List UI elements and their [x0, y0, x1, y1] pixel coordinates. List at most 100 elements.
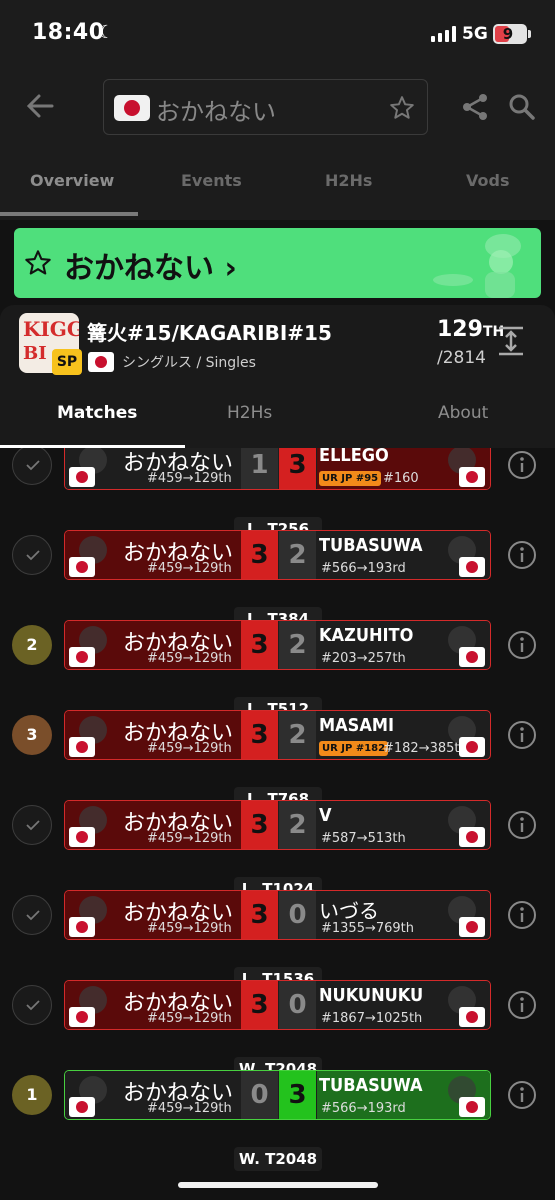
- tab-overview[interactable]: Overview: [30, 171, 114, 190]
- check-indicator[interactable]: [12, 985, 52, 1025]
- expand-icon[interactable]: [497, 325, 525, 357]
- check-icon: [26, 1000, 40, 1011]
- opponent-seed: #203→257th: [321, 651, 406, 666]
- match-card[interactable]: おかねない #459→129th 1 3 ELLEGO UR JP #95 #160: [64, 448, 491, 490]
- match-card[interactable]: おかねない #459→129th 3 0 いづる #1355→769th: [64, 890, 491, 940]
- opponent-score: 2: [279, 801, 316, 849]
- status-bar: 18:40 ☾ 5G 9: [0, 0, 555, 70]
- match-card[interactable]: おかねない #459→129th 3 2 V #587→513th: [64, 800, 491, 850]
- info-icon[interactable]: [507, 540, 537, 570]
- opponent-name: TUBASUWA: [319, 1075, 423, 1096]
- subtab-about[interactable]: About: [438, 403, 488, 423]
- opponent-seed: #160: [383, 471, 419, 486]
- info-icon[interactable]: [507, 1080, 537, 1110]
- player-score: 3: [241, 801, 278, 849]
- player-seed: #459→129th: [147, 471, 232, 486]
- ultrank-badge: UR JP #182: [319, 741, 389, 756]
- subtab-matches[interactable]: Matches: [57, 403, 137, 423]
- player-seed: #459→129th: [147, 651, 232, 666]
- rank-indicator[interactable]: 3: [12, 715, 52, 755]
- info-icon[interactable]: [507, 810, 537, 840]
- battery-icon: 9: [493, 24, 531, 44]
- opponent-name: ELLEGO: [319, 448, 389, 466]
- battery-level: 9: [502, 25, 514, 43]
- opponent-name: NUKUNUKU: [319, 985, 424, 1006]
- japan-flag-icon: [69, 557, 95, 577]
- status-time: 18:40: [32, 20, 105, 45]
- japan-flag-icon: [88, 352, 114, 372]
- japan-flag-icon: [459, 917, 485, 937]
- tab-indicator: [0, 212, 138, 216]
- check-icon: [26, 460, 40, 471]
- tournament-name[interactable]: 篝火#15/KAGARIBI#15: [87, 317, 332, 346]
- match-card[interactable]: おかねない #459→129th 3 2 TUBASUWA #566→193rd: [64, 530, 491, 580]
- japan-flag-icon: [459, 827, 485, 847]
- back-arrow-icon[interactable]: [22, 88, 58, 124]
- tournament-type: シングルス / Singles: [122, 355, 256, 371]
- search-field[interactable]: おかねない: [103, 79, 428, 135]
- player-seed: #459→129th: [147, 1011, 232, 1026]
- japan-flag-icon: [459, 557, 485, 577]
- placement: 129TH: [437, 317, 505, 342]
- japan-flag-icon: [114, 95, 150, 121]
- match-card[interactable]: おかねない #459→129th 3 2 KAZUHITO #203→257th: [64, 620, 491, 670]
- match-card[interactable]: おかねない #459→129th 3 0 NUKUNUKU #1867→1025th: [64, 980, 491, 1030]
- search-query: おかねない: [156, 98, 276, 126]
- info-icon[interactable]: [507, 450, 537, 480]
- check-icon: [26, 910, 40, 921]
- sp-badge: SP: [52, 349, 82, 375]
- check-indicator[interactable]: [12, 805, 52, 845]
- tab-events[interactable]: Events: [181, 171, 242, 190]
- opponent-name: V: [319, 805, 332, 826]
- opponent-score: 3: [279, 448, 316, 489]
- info-icon[interactable]: [507, 720, 537, 750]
- ultrank-badge: UR JP #95: [319, 471, 382, 486]
- signal-icon: [431, 26, 457, 42]
- japan-flag-icon: [459, 1007, 485, 1027]
- star-icon: [24, 249, 52, 277]
- match-card[interactable]: おかねない #459→129th 3 2 MASAMI UR JP #182 #182→38…: [64, 710, 491, 760]
- player-score: 3: [241, 621, 278, 669]
- opponent-seed: #587→513th: [321, 831, 406, 846]
- opponent-name: KAZUHITO: [319, 625, 414, 646]
- tab-h2hs[interactable]: H2Hs: [325, 171, 372, 190]
- opponent-seed: #182→385th: [383, 741, 468, 756]
- check-icon: [26, 820, 40, 831]
- tournament-sheet: KIGG BI SP 篝火#15/KAGARIBI#15 シングルス / Sin…: [0, 305, 555, 1200]
- japan-flag-icon: [69, 647, 95, 667]
- opponent-seed: #1355→769th: [321, 921, 415, 936]
- share-icon[interactable]: [461, 92, 489, 122]
- round-label: W. T2048: [234, 1147, 322, 1171]
- player-score: 3: [241, 711, 278, 759]
- player-score: 3: [241, 891, 278, 939]
- rank-indicator[interactable]: 2: [12, 625, 52, 665]
- player-score: 3: [241, 531, 278, 579]
- info-icon[interactable]: [507, 990, 537, 1020]
- character-art-icon: [423, 228, 533, 298]
- tab-vods[interactable]: Vods: [466, 171, 509, 190]
- check-indicator[interactable]: [12, 535, 52, 575]
- check-indicator[interactable]: [12, 448, 52, 485]
- opponent-seed: #566→193rd: [321, 561, 406, 576]
- rank-indicator[interactable]: 1: [12, 1075, 52, 1115]
- opponent-seed: #1867→1025th: [321, 1011, 423, 1026]
- opponent-score: 0: [279, 981, 316, 1029]
- japan-flag-icon: [69, 917, 95, 937]
- favorite-star-icon[interactable]: [389, 95, 415, 121]
- player-seed: #459→129th: [147, 921, 232, 936]
- info-icon[interactable]: [507, 900, 537, 930]
- info-icon[interactable]: [507, 630, 537, 660]
- player-banner[interactable]: おかねない ›: [14, 228, 541, 298]
- japan-flag-icon: [459, 737, 485, 757]
- opponent-seed: #566→193rd: [321, 1101, 406, 1116]
- match-card[interactable]: おかねない #459→129th 0 3 TUBASUWA #566→193rd: [64, 1070, 491, 1120]
- opponent-score: 2: [279, 531, 316, 579]
- network-label: 5G: [462, 24, 488, 44]
- home-indicator[interactable]: [178, 1182, 378, 1188]
- check-indicator[interactable]: [12, 895, 52, 935]
- opponent-name: TUBASUWA: [319, 535, 423, 556]
- subtab-h2hs[interactable]: H2Hs: [227, 403, 272, 423]
- search-icon[interactable]: [508, 92, 536, 122]
- match-list: おかねない #459→129th 1 3 ELLEGO UR JP #95 #160 L. T…: [0, 448, 555, 1200]
- moon-icon: ☾: [98, 22, 115, 43]
